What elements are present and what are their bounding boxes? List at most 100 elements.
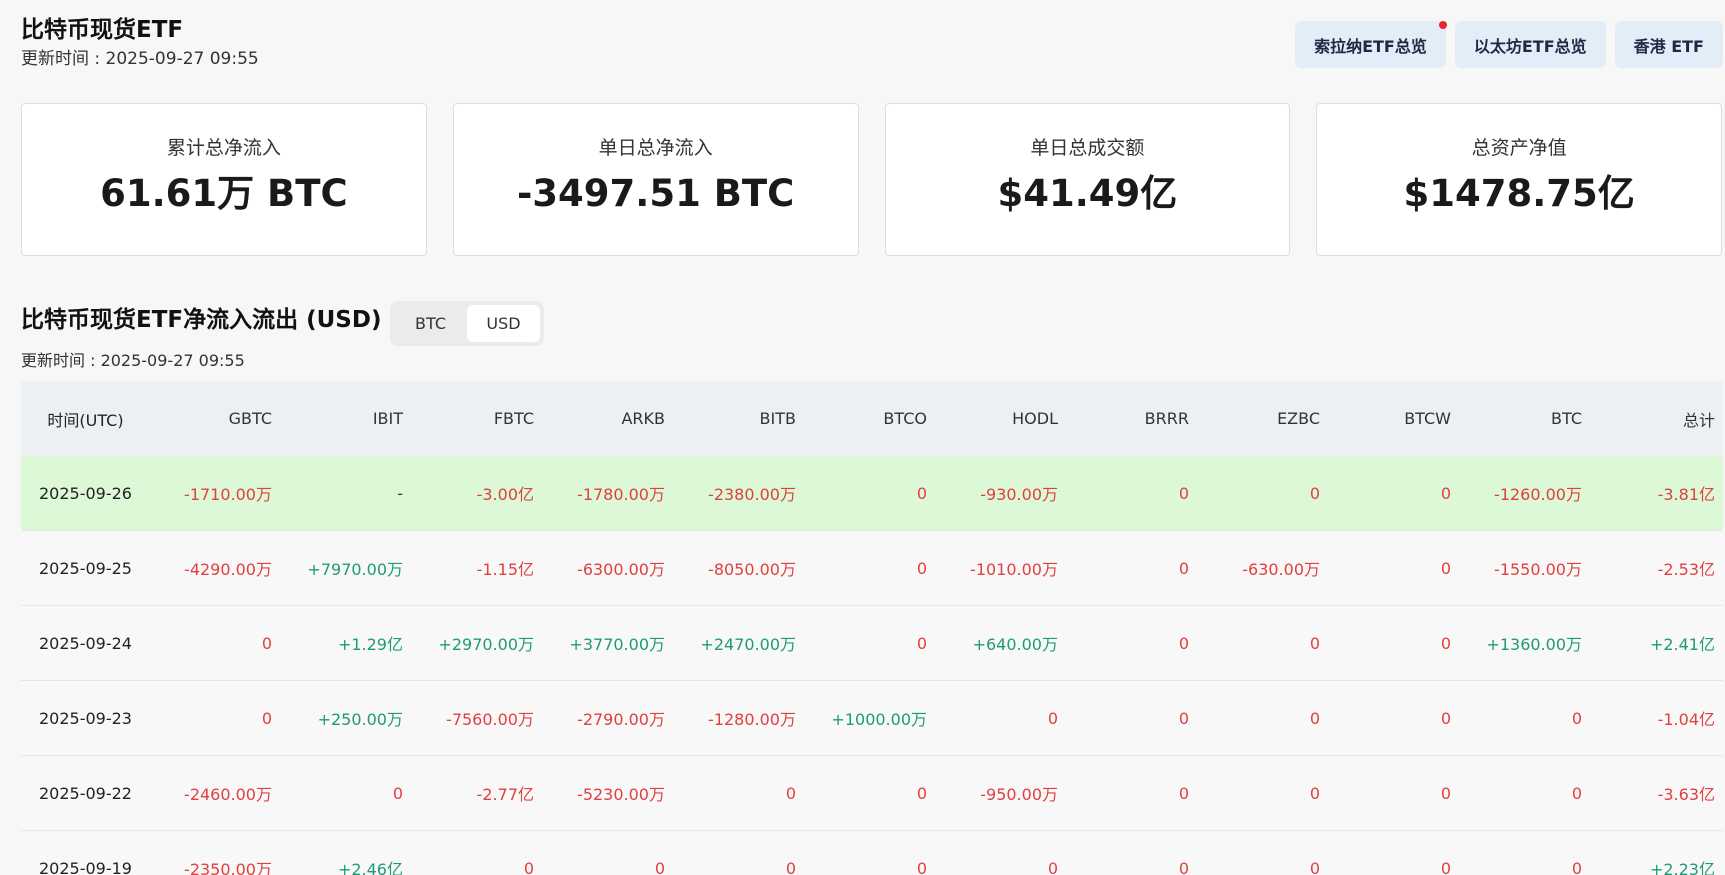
flow-cell: 0 — [261, 708, 272, 728]
flow-cell: +3770.00万 — [569, 635, 665, 654]
flow-cell: -2460.00万 — [184, 785, 272, 804]
flow-cell: - — [397, 483, 403, 503]
table-header-row: 时间(UTC) GBTC IBIT FBTC ARKB BITB BTCO HODL BRRR E… — [21, 381, 1723, 456]
notification-dot-icon — [1438, 21, 1447, 29]
flow-cell: +1360.00万 — [1486, 635, 1582, 654]
flow-cell: 0 — [1440, 483, 1451, 503]
flow-cell: 0 — [1571, 708, 1582, 728]
flow-cell: 0 — [916, 558, 927, 578]
row-total: +2.41亿 — [1649, 635, 1715, 654]
stat-label: 总资产净值 — [1471, 137, 1567, 159]
flow-cell: 0 — [1178, 633, 1189, 653]
column-header: EZBC — [1277, 409, 1320, 428]
flow-cell: +2970.00万 — [438, 635, 534, 654]
flow-cell: 0 — [1571, 858, 1582, 875]
column-header: BTC — [1551, 409, 1582, 428]
table-row: 2025-09-25 -4290.00万 +7970.00万 -1.15亿 -6300.… — [21, 531, 1723, 606]
flow-cell: 0 — [523, 858, 534, 875]
flow-cell: -1780.00万 — [577, 485, 665, 504]
section-title: 比特币现货ETF净流入流出 (USD) — [21, 307, 382, 333]
flow-cell: 0 — [1309, 783, 1320, 803]
stat-label: 单日总成交额 — [1030, 137, 1145, 159]
flow-cell: 0 — [785, 783, 796, 803]
column-header: BTCW — [1404, 409, 1451, 428]
table-body: 2025-09-26 -1710.00万 - -3.00亿 -1780.00万 -2380… — [21, 456, 1723, 875]
flow-cell: 0 — [1440, 858, 1451, 875]
flow-cell: 0 — [1178, 708, 1189, 728]
flow-cell: -930.00万 — [980, 485, 1058, 504]
stat-value: $1478.75亿 — [1403, 172, 1635, 215]
table-row: 2025-09-23 0 +250.00万 -7560.00万 -2790.00万 -12… — [21, 681, 1723, 756]
solana-etf-button[interactable]: 索拉纳ETF总览 — [1295, 21, 1447, 68]
flow-cell: -1550.00万 — [1494, 560, 1582, 579]
ethereum-etf-label: 以太坊ETF总览 — [1473, 36, 1587, 56]
stats-cards: 累计总净流入 61.61万 BTC 单日总净流入 -3497.51 BTC 单日… — [21, 103, 1722, 256]
row-date: 2025-09-24 — [39, 633, 132, 653]
flow-cell: 0 — [1440, 558, 1451, 578]
flow-cell: -1.15亿 — [476, 560, 534, 579]
table-row: 2025-09-26 -1710.00万 - -3.00亿 -1780.00万 -2380… — [21, 456, 1723, 531]
flow-cell: -5230.00万 — [577, 785, 665, 804]
column-header: IBIT — [372, 409, 403, 428]
row-total: -3.63亿 — [1657, 785, 1715, 804]
column-header-date: 时间(UTC) — [47, 410, 124, 430]
table-row: 2025-09-19 -2350.00万 +2.46亿 0 0 0 0 0 0 0 0 0 +2.23亿 — [21, 831, 1723, 875]
stat-value: $41.49亿 — [997, 172, 1178, 215]
ethereum-etf-button[interactable]: 以太坊ETF总览 — [1454, 21, 1606, 68]
flow-cell: +2.46亿 — [337, 860, 403, 875]
flow-cell: +7970.00万 — [307, 560, 403, 579]
row-date: 2025-09-25 — [39, 558, 132, 578]
update-time: 更新时间 : 2025-09-27 09:55 — [21, 49, 259, 69]
row-date: 2025-09-19 — [39, 858, 132, 875]
column-header: HODL — [1012, 409, 1058, 428]
column-header: GBTC — [228, 409, 272, 428]
column-header: 总计 — [1682, 410, 1715, 430]
table-row: 2025-09-22 -2460.00万 0 -2.77亿 -5230.00万 0 0 -95… — [21, 756, 1723, 831]
flow-cell: +2470.00万 — [700, 635, 796, 654]
flow-cell: 0 — [654, 858, 665, 875]
flow-cell: -1710.00万 — [184, 485, 272, 504]
flow-cell: -3.00亿 — [476, 485, 534, 504]
flow-cell: 0 — [916, 858, 927, 875]
toggle-btc[interactable]: BTC — [394, 305, 467, 342]
column-header: BTCO — [883, 409, 927, 428]
etf-nav-buttons: 索拉纳ETF总览 以太坊ETF总览 香港 ETF — [1295, 21, 1723, 68]
row-total: +2.23亿 — [1649, 860, 1715, 875]
flow-cell: 0 — [1047, 858, 1058, 875]
row-date: 2025-09-26 — [39, 483, 132, 503]
stat-card-total-net-assets: 总资产净值 $1478.75亿 — [1316, 103, 1722, 256]
page-title: 比特币现货ETF — [21, 17, 184, 43]
flow-cell: 0 — [1178, 783, 1189, 803]
stat-value: -3497.51 BTC — [516, 172, 795, 215]
section-update-time: 更新时间 : 2025-09-27 09:55 — [21, 351, 245, 370]
flow-cell: 0 — [1309, 483, 1320, 503]
flow-cell: -1260.00万 — [1494, 485, 1582, 504]
stat-card-cumulative-inflow: 累计总净流入 61.61万 BTC — [21, 103, 427, 256]
stat-label: 单日总净流入 — [598, 137, 713, 159]
flow-cell: +250.00万 — [317, 710, 403, 729]
hongkong-etf-button[interactable]: 香港 ETF — [1614, 21, 1723, 68]
flow-cell: -6300.00万 — [577, 560, 665, 579]
flow-cell: 0 — [392, 783, 403, 803]
flow-cell: 0 — [261, 633, 272, 653]
flow-cell: 0 — [1309, 858, 1320, 875]
flow-cell: 0 — [916, 633, 927, 653]
toggle-usd[interactable]: USD — [467, 305, 540, 342]
flow-cell: -2350.00万 — [184, 860, 272, 875]
flow-cell: +640.00万 — [972, 635, 1058, 654]
stat-card-daily-inflow: 单日总净流入 -3497.51 BTC — [452, 103, 859, 256]
flow-cell: -1010.00万 — [970, 560, 1058, 579]
stat-value: 61.61万 BTC — [100, 172, 348, 215]
flow-cell: 0 — [1178, 858, 1189, 875]
flow-cell: 0 — [916, 483, 927, 503]
flow-cell: 0 — [1440, 633, 1451, 653]
row-total: -2.53亿 — [1657, 560, 1715, 579]
column-header: BITB — [759, 409, 796, 428]
stat-label: 累计总净流入 — [166, 137, 281, 159]
currency-toggle: BTC USD — [390, 301, 544, 346]
flow-cell: -630.00万 — [1242, 560, 1320, 579]
flow-cell: -2380.00万 — [708, 485, 796, 504]
flow-cell: 0 — [785, 858, 796, 875]
flow-cell: -1280.00万 — [708, 710, 796, 729]
table-row: 2025-09-24 0 +1.29亿 +2970.00万 +3770.00万 +2470… — [21, 606, 1723, 681]
